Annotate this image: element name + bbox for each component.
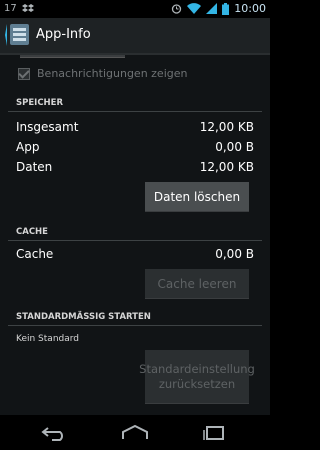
partially-visible-button[interactable]: [20, 55, 125, 58]
show-notifications-checkbox[interactable]: [18, 67, 30, 80]
page-title: App-Info: [36, 27, 91, 42]
storage-data-value: 12,00 KB: [199, 160, 254, 174]
storage-total-row: Insgesamt 12,00 KB: [16, 120, 254, 134]
alarm-icon: [172, 4, 182, 14]
launch-default-status: Kein Standard: [16, 334, 79, 344]
cache-value: 0,00 B: [215, 247, 254, 261]
storage-total-value: 12,00 KB: [199, 120, 254, 134]
notification-count: 17: [4, 3, 17, 14]
storage-app-label: App: [16, 140, 40, 154]
battery-icon: [222, 2, 230, 15]
show-notifications-label: Benachrichtigungen zeigen: [37, 67, 188, 80]
action-bar: App-Info: [0, 18, 270, 55]
navigation-bar: [0, 415, 270, 450]
divider: [8, 325, 262, 326]
storage-app-row: App 0,00 B: [16, 140, 254, 154]
cache-row: Cache 0,00 B: [16, 247, 254, 261]
launch-default-section-header: STANDARDMÄSSIG STARTEN: [16, 312, 151, 322]
wifi-icon: [187, 3, 202, 14]
divider: [8, 240, 262, 241]
storage-data-label: Daten: [16, 160, 53, 174]
storage-app-value: 0,00 B: [215, 140, 254, 154]
divider: [8, 111, 262, 112]
home-icon[interactable]: [120, 424, 150, 442]
dropbox-icon: [21, 3, 34, 12]
app-info-content[interactable]: Benachrichtigungen zeigen SPEICHER Insge…: [0, 55, 270, 415]
clear-data-button[interactable]: Daten löschen: [145, 182, 249, 212]
clear-cache-button[interactable]: Cache leeren: [145, 269, 249, 299]
clock: 10:00: [234, 2, 266, 15]
recent-apps-icon[interactable]: [200, 424, 230, 442]
cache-section-header: CACHE: [16, 227, 48, 237]
back-icon[interactable]: [40, 424, 70, 442]
storage-section-header: SPEICHER: [16, 98, 64, 108]
signal-icon: [206, 3, 218, 14]
show-notifications-setting[interactable]: Benachrichtigungen zeigen: [18, 67, 187, 80]
reset-defaults-button[interactable]: Standardeinstellung zurücksetzen: [139, 350, 255, 404]
storage-total-label: Insgesamt: [16, 120, 79, 134]
cache-label: Cache: [16, 247, 54, 261]
settings-app-icon[interactable]: [4, 22, 30, 48]
status-bar: 17 10:00: [0, 0, 270, 18]
storage-data-row: Daten 12,00 KB: [16, 160, 254, 174]
